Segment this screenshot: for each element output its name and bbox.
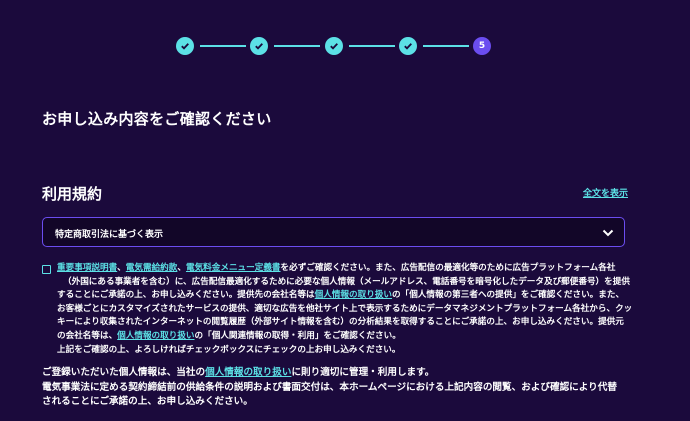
consent-line-2: （外国にある事業者を含む）に、広告配信最適化するために必要な個人情報（メールアド… <box>63 276 630 287</box>
consent-line-3-post: の「個人情報の第三者への提供」をご確認ください。また、 <box>392 290 625 301</box>
privacy-policy-link[interactable]: 個人情報の取り扱い <box>205 367 291 378</box>
step-connector <box>274 45 320 47</box>
terms-heading: 利用規約 <box>42 185 103 203</box>
consent-line-7: 上記をご確認の上、よろしければチェックボックスにチェックの上お申し込みください。 <box>57 344 401 355</box>
chevron-down-icon <box>602 229 614 237</box>
step-connector <box>200 45 246 47</box>
consent-line-5: キーにより収集されたインターネットの閲覧履歴（外部サイト情報を含む）の分析結果を… <box>57 317 624 328</box>
step-2-complete-check-icon <box>250 37 268 55</box>
terms-select-dropdown[interactable]: 特定商取引法に基づく表示 <box>42 217 625 247</box>
step-5-current: 5 <box>473 37 491 55</box>
note-line-3: されることにご承諾の上、お申し込みください。 <box>42 396 253 407</box>
electricity-supply-terms-link[interactable]: 電気需給約款 <box>126 263 178 273</box>
privacy-note: ご登録いただいた個人情報は、当社の個人情報の取り扱いに則り適切に管理・利用します… <box>42 366 642 410</box>
consent-line-1: を必ずご確認ください。また、広告配信の最適化等のために広告プラットフォーム各社 <box>280 263 616 273</box>
show-all-terms-link[interactable]: 全文を表示 <box>583 186 628 199</box>
step-3-complete-check-icon <box>325 37 343 55</box>
important-matters-link[interactable]: 重要事項説明書 <box>57 263 117 273</box>
consent-line-3-pre: することにご承諾の上、お申し込みください。提供先の会社名等は <box>57 290 315 301</box>
separator: 、 <box>117 263 126 273</box>
note-line-1-post: に則り適切に管理・利用します。 <box>291 367 435 378</box>
terms-select-value: 特定商取引法に基づく表示 <box>55 230 164 240</box>
step-connector <box>423 45 469 47</box>
consent-text: 重要事項説明書、電気需給約款、電気料金メニュー定義書を必ずご確認ください。また、… <box>57 262 632 357</box>
step-1-complete-check-icon <box>176 37 194 55</box>
privacy-policy-link[interactable]: 個人情報の取り扱い <box>315 290 392 300</box>
note-line-1-pre: ご登録いただいた個人情報は、当社の <box>42 367 206 378</box>
step-connector <box>349 45 395 47</box>
consent-checkbox[interactable] <box>42 265 51 274</box>
note-line-2: 電気事業法に定める契約締結前の供給条件の説明および書面交付は、本ホームページにお… <box>42 381 617 393</box>
privacy-policy-link[interactable]: 個人情報の取り扱い <box>117 331 194 341</box>
step-4-complete-check-icon <box>399 37 417 55</box>
rate-menu-definition-link[interactable]: 電気料金メニュー定義書 <box>186 263 281 273</box>
consent-line-6-post: の「個人関連情報の取得・利用」をご確認ください。 <box>194 330 401 341</box>
consent-line-4: お客様ごとにカスタマイズされたサービスの提供、適切な広告を他社サイト上で表示する… <box>57 303 633 314</box>
separator: 、 <box>177 263 186 273</box>
consent-line-6-pre: の会社名等は、 <box>57 330 118 341</box>
page-title: お申し込み内容をご確認ください <box>42 110 272 128</box>
